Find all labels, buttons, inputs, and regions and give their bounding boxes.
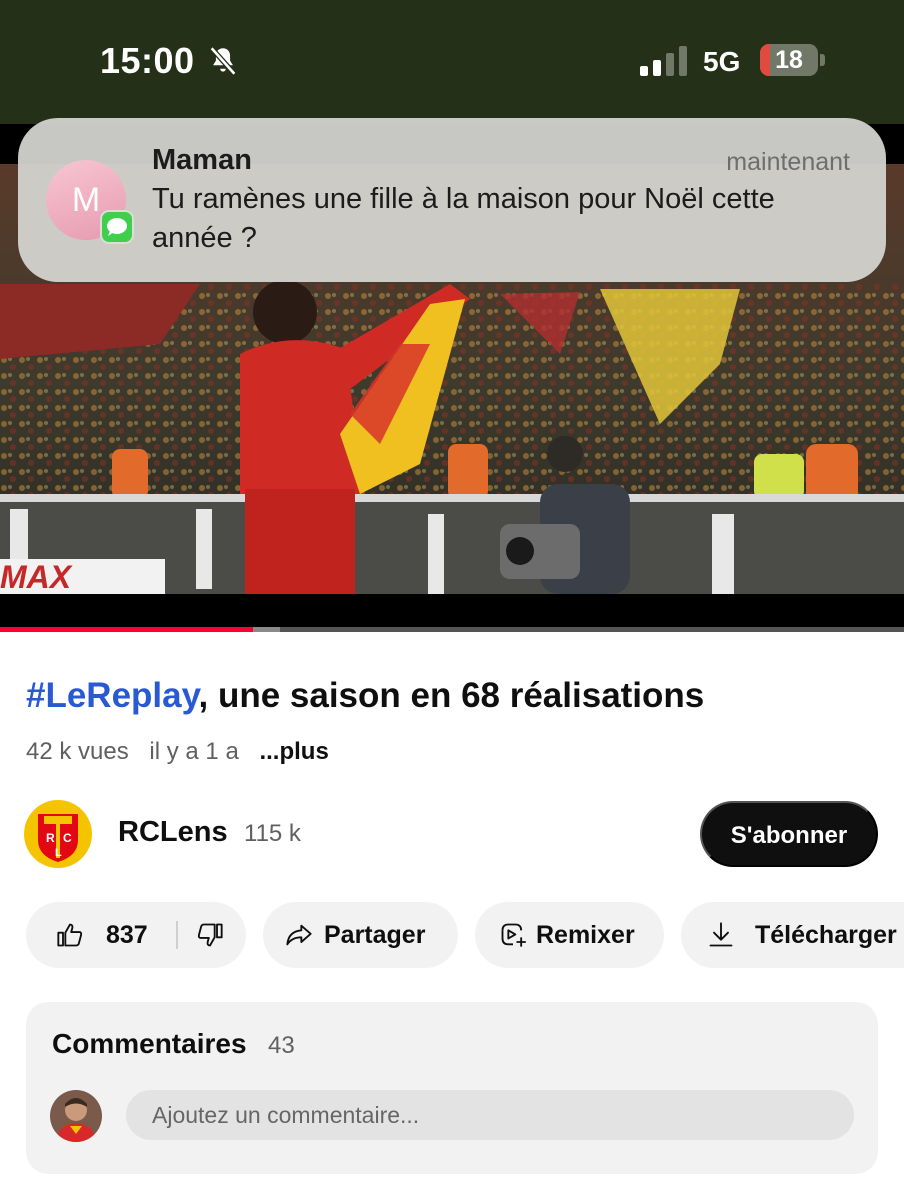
battery-icon: 18: [760, 44, 818, 76]
like-dislike-group: 837: [26, 902, 246, 968]
title-hashtag-link[interactable]: #LeReplay: [26, 676, 199, 715]
svg-text:MAX: MAX: [0, 559, 73, 594]
svg-text:C: C: [63, 831, 72, 845]
video-meta[interactable]: 42 k vues il y a 1 a ...plus: [26, 738, 343, 766]
channel-name[interactable]: RCLens: [118, 816, 228, 849]
notification-sender: Maman: [152, 144, 252, 176]
comment-input[interactable]: [126, 1090, 854, 1140]
share-icon: [286, 924, 312, 946]
comments-title: Commentaires: [52, 1028, 247, 1059]
share-button[interactable]: Partager: [263, 902, 458, 968]
video-info-sheet: #LeReplay, une saison en 68 réalisations…: [0, 632, 904, 1200]
upload-age: il y a 1 a: [149, 738, 239, 765]
battery-nub: [820, 54, 825, 66]
channel-logo[interactable]: R C L: [24, 800, 92, 868]
dislike-icon[interactable]: [196, 921, 224, 949]
download-label: Télécharger: [755, 921, 897, 949]
comments-panel[interactable]: Commentaires 43: [26, 1002, 878, 1174]
notification-time: maintenant: [726, 148, 850, 176]
like-count[interactable]: 837: [106, 921, 148, 950]
video-title[interactable]: #LeReplay, une saison en 68 réalisations: [26, 676, 704, 716]
action-bar: 837 Partager Remixer Télécharger: [0, 902, 904, 968]
status-bar: 15:00 5G 18: [0, 0, 904, 124]
comments-count: 43: [268, 1032, 295, 1059]
battery-level: 18: [775, 46, 803, 74]
channel-row: R C L RCLens 115 k S'abonner: [0, 800, 904, 868]
svg-text:L: L: [55, 847, 62, 859]
download-button[interactable]: Télécharger: [681, 902, 904, 968]
remix-label: Remixer: [536, 921, 635, 949]
signal-icon: [640, 46, 687, 76]
share-label: Partager: [324, 921, 426, 949]
bell-slash-icon: [209, 46, 237, 76]
remix-button[interactable]: Remixer: [475, 902, 664, 968]
user-avatar[interactable]: [50, 1090, 102, 1142]
title-text: , une saison en 68 réalisations: [198, 676, 705, 715]
download-icon: [709, 922, 733, 947]
network-type: 5G: [703, 46, 741, 77]
subscriber-count: 115 k: [244, 820, 301, 847]
notification-message: Tu ramènes une fille à la maison pour No…: [152, 183, 775, 254]
like-divider: [176, 921, 178, 949]
subscribe-button[interactable]: S'abonner: [700, 801, 878, 867]
messages-icon: [100, 210, 134, 244]
message-notification[interactable]: M Maman maintenant Tu ramènes une fille …: [18, 118, 886, 282]
like-icon[interactable]: [56, 921, 84, 949]
status-time: 15:00: [100, 40, 195, 81]
remix-icon: [501, 923, 526, 947]
view-count: 42 k vues: [26, 738, 129, 765]
more-button[interactable]: ...plus: [259, 738, 328, 765]
svg-text:R: R: [46, 831, 55, 845]
